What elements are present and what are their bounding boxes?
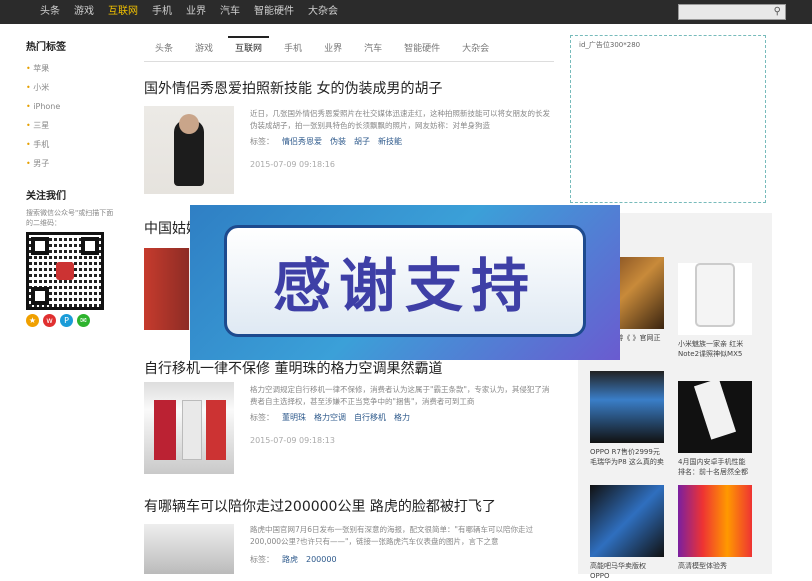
- thanks-text: 感谢支持: [272, 252, 537, 320]
- article-tags: 标签： 情侣秀恩爱 伪装 胡子 新技能: [250, 137, 402, 146]
- hot-tags-title: 热门标签: [26, 42, 66, 53]
- article-thumbnail[interactable]: [144, 106, 234, 194]
- topnav-item[interactable]: 汽车: [220, 0, 240, 24]
- recommend-caption: 高能吧马华卖版权OPPO: [590, 562, 646, 580]
- star-icon[interactable]: ★: [26, 314, 39, 327]
- recommend-card[interactable]: 高能吧马华卖版权OPPO: [590, 485, 664, 581]
- thanks-label-box: 感谢支持: [224, 225, 586, 337]
- topnav-item[interactable]: 游戏: [74, 0, 94, 24]
- article-title[interactable]: 国外情侣秀恩爱拍照新技能 女的伪装成男的胡子: [144, 78, 554, 98]
- recommend-caption: 高清模型体验秀: [678, 562, 727, 570]
- article-summary: 近日，几张国外情侣秀恩爱照片在社交媒体迅速走红，这种拍照新技能可以将女朋友的长发…: [250, 109, 550, 130]
- article-title[interactable]: 有哪辆车可以陪你走过200000公里 路虎的脸都被打飞了: [144, 496, 554, 516]
- follow-title: 关注我们: [26, 191, 66, 202]
- article-summary: 格力空调规定自行移机一律不保修，消费者认为这属于"霸王条款"，专家认为，其侵犯了…: [250, 385, 550, 406]
- article-tag[interactable]: 胡子: [354, 137, 370, 146]
- tag-link[interactable]: 小米: [26, 78, 118, 97]
- tab[interactable]: 头条: [144, 36, 184, 61]
- recommend-caption: 小米魅族一家亲 红米Note2谍照神似MX5: [678, 340, 744, 358]
- tab[interactable]: 汽车: [353, 36, 393, 61]
- top-navbar: 头条 游戏 互联网 手机 业界 汽车 智能硬件 大杂会 ⚲: [0, 0, 812, 24]
- recommend-card[interactable]: 高清模型体验秀: [678, 485, 752, 571]
- recommend-card[interactable]: 4月国内安卓手机性能排名：前十名居然全都: [678, 371, 752, 477]
- recommend-caption: OPPO R7售价2999元毛瑞华为P8 这么真的卖: [590, 448, 664, 466]
- category-tabs: 头条 游戏 互联网 手机 业界 汽车 智能硬件 大杂会: [144, 36, 554, 62]
- tag-link[interactable]: 男子: [26, 154, 118, 173]
- article-tag[interactable]: 200000: [306, 555, 337, 564]
- article-tag[interactable]: 情侣秀恩爱: [282, 137, 322, 146]
- tab[interactable]: 大杂会: [451, 36, 500, 61]
- search-icon[interactable]: ⚲: [774, 6, 781, 17]
- article-tag[interactable]: 路虎: [282, 555, 298, 564]
- article-tag[interactable]: 格力空调: [314, 413, 346, 422]
- article-date: 2015-07-09 09:18:16: [250, 160, 335, 169]
- qr-code: [26, 232, 104, 310]
- topnav-item[interactable]: 头条: [40, 0, 60, 24]
- topnav-item-active[interactable]: 互联网: [108, 0, 138, 24]
- tag-link[interactable]: 苹果: [26, 59, 118, 78]
- wechat-icon[interactable]: ✉: [77, 314, 90, 327]
- thanks-overlay-banner: 感谢支持: [190, 205, 620, 360]
- tag-link[interactable]: iPhone: [26, 97, 118, 116]
- tag-link[interactable]: 手机: [26, 135, 118, 154]
- article-date: 2015-07-09 09:18:13: [250, 436, 335, 445]
- tab-active[interactable]: 互联网: [224, 36, 273, 61]
- ad-label: id_广告位300*280: [579, 41, 641, 49]
- article-tag[interactable]: 董明珠: [282, 413, 306, 422]
- top-nav: 头条 游戏 互联网 手机 业界 汽车 智能硬件 大杂会: [40, 0, 352, 24]
- topnav-item[interactable]: 大杂会: [308, 0, 338, 24]
- hot-tags-list: 苹果 小米 iPhone 三星 手机 男子: [26, 59, 118, 173]
- tab[interactable]: 业界: [313, 36, 353, 61]
- article-title[interactable]: 自行移机一律不保修 董明珠的格力空调果然霸道: [144, 358, 554, 378]
- tab[interactable]: 手机: [273, 36, 313, 61]
- search-input[interactable]: ⚲: [678, 4, 786, 20]
- follow-us: 关注我们 搜索微信公众号"或扫描下面的二维码： ★ w P ✉: [26, 187, 118, 327]
- article-item: 有哪辆车可以陪你走过200000公里 路虎的脸都被打飞了 路虎中国官网7月6日发…: [144, 496, 554, 574]
- tag-link[interactable]: 三星: [26, 116, 118, 135]
- recommend-caption: 4月国内安卓手机性能排名：前十名居然全都: [678, 458, 748, 476]
- recommend-card[interactable]: 小米魅族一家亲 红米Note2谍照神似MX5: [678, 257, 752, 359]
- article-item: 自行移机一律不保修 董明珠的格力空调果然霸道 格力空调规定自行移机一律不保修，消…: [144, 358, 554, 474]
- article-summary: 路虎中国官网7月6日发布一张别有深意的海报，配文很简单："有哪辆车可以陪你走过2…: [250, 525, 533, 546]
- left-sidebar: 热门标签 苹果 小米 iPhone 三星 手机 男子 关注我们 搜索微信公众号"…: [26, 38, 118, 327]
- tab[interactable]: 游戏: [184, 36, 224, 61]
- article-tag[interactable]: 新技能: [378, 137, 402, 146]
- article-thumbnail[interactable]: [144, 524, 234, 574]
- tab[interactable]: 智能硬件: [393, 36, 451, 61]
- recommend-card[interactable]: OPPO R7售价2999元毛瑞华为P8 这么真的卖: [590, 371, 664, 467]
- share-icon[interactable]: P: [60, 314, 73, 327]
- topnav-item[interactable]: 手机: [152, 0, 172, 24]
- social-icons: ★ w P ✉: [26, 314, 118, 327]
- article-tag[interactable]: 伪装: [330, 137, 346, 146]
- weibo-icon[interactable]: w: [43, 314, 56, 327]
- article-tags: 标签： 董明珠 格力空调 自行移机 格力: [250, 413, 410, 422]
- article-tag[interactable]: 自行移机: [354, 413, 386, 422]
- article-item: 国外情侣秀恩爱拍照新技能 女的伪装成男的胡子 近日，几张国外情侣秀恩爱照片在社交…: [144, 78, 554, 194]
- article-tag[interactable]: 格力: [394, 413, 410, 422]
- article-thumbnail[interactable]: [144, 382, 234, 474]
- ad-slot[interactable]: id_广告位300*280: [570, 35, 766, 203]
- article-tags: 标签： 路虎 200000: [250, 555, 337, 564]
- follow-desc: 搜索微信公众号"或扫描下面的二维码：: [26, 209, 114, 227]
- topnav-item[interactable]: 业界: [186, 0, 206, 24]
- topnav-item[interactable]: 智能硬件: [254, 0, 294, 24]
